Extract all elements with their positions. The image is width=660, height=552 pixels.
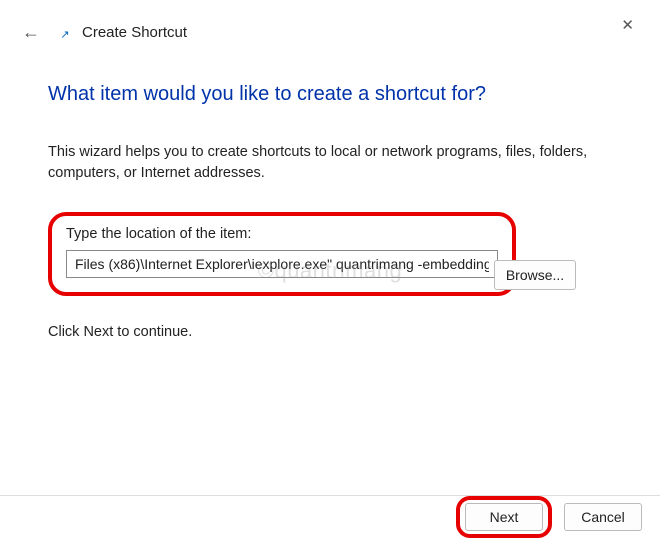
shortcut-arrow-icon: ↗ <box>58 28 72 42</box>
main-heading: What item would you like to create a sho… <box>48 83 612 106</box>
location-input-row <box>66 250 498 278</box>
dialog-title: Create Shortcut <box>82 24 187 41</box>
dialog-footer: Next Cancel <box>456 496 642 538</box>
back-icon[interactable]: ← <box>22 22 40 43</box>
browse-button[interactable]: Browse... <box>494 260 576 290</box>
cancel-button[interactable]: Cancel <box>564 503 642 531</box>
next-highlight: Next <box>456 496 552 538</box>
continue-instruction: Click Next to continue. <box>48 324 612 340</box>
location-label: Type the location of the item: <box>66 226 498 242</box>
close-icon[interactable]: ✕ <box>613 12 642 38</box>
next-button[interactable]: Next <box>465 503 543 531</box>
location-input[interactable] <box>66 250 498 278</box>
dialog-content: What item would you like to create a sho… <box>0 53 660 340</box>
wizard-description: This wizard helps you to create shortcut… <box>48 142 612 184</box>
dialog-header: ← ↗ Create Shortcut <box>0 0 660 53</box>
location-highlight: Type the location of the item: <box>48 212 516 296</box>
